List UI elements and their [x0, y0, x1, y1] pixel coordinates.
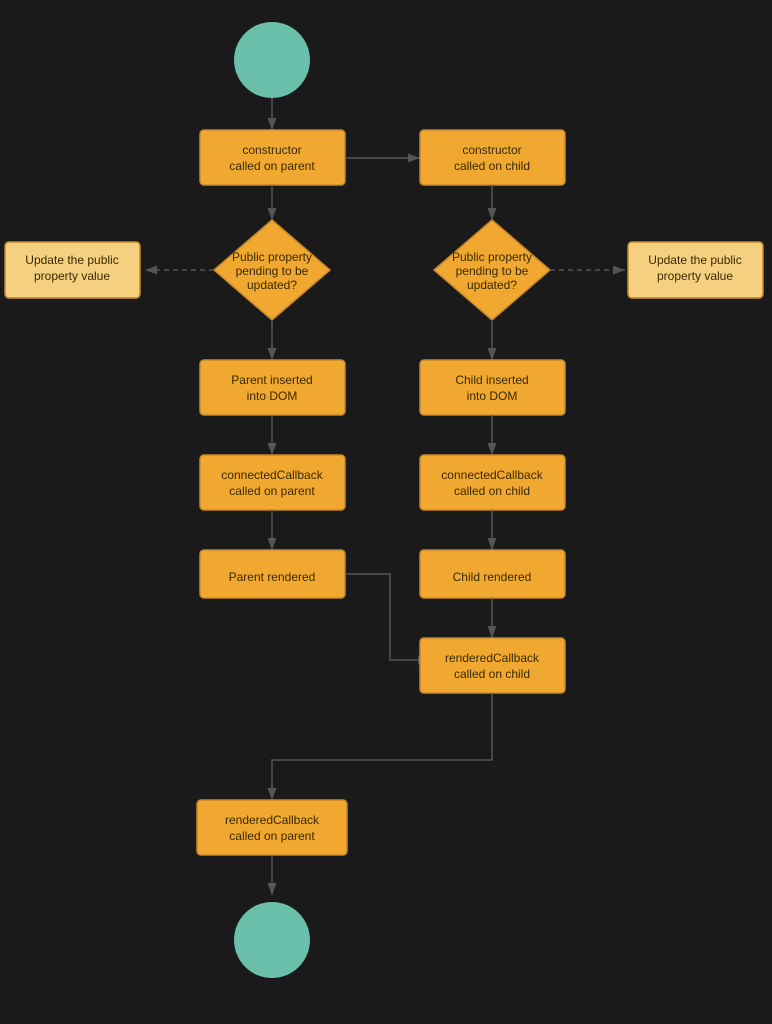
start-circle	[234, 22, 310, 98]
flowchart-diagram: constructor called on parent constructor…	[0, 0, 772, 1024]
connected-parent-text2: called on parent	[229, 484, 315, 498]
update-left-text1: Update the public	[25, 253, 118, 267]
connected-child-text1: connectedCallback	[441, 468, 543, 482]
child-inserted-text2: into DOM	[467, 389, 518, 403]
update-right-text1: Update the public	[648, 253, 741, 267]
end-circle	[234, 902, 310, 978]
rendered-child-box	[420, 638, 565, 693]
child-inserted-box	[420, 360, 565, 415]
diamond-child-text2: pending to be	[456, 264, 529, 278]
parent-inserted-box	[200, 360, 345, 415]
rendered-parent-box	[197, 800, 347, 855]
parent-rendered-text: Parent rendered	[229, 570, 316, 584]
constructor-child-text: constructor	[462, 143, 521, 157]
constructor-child-box	[420, 130, 565, 185]
child-inserted-text1: Child inserted	[455, 373, 528, 387]
child-rendered-text: Child rendered	[453, 570, 532, 584]
connected-parent-box	[200, 455, 345, 510]
diamond-child-text1: Public property	[452, 250, 532, 264]
arrow-rendered-child-to-merge	[272, 693, 492, 800]
diamond-parent-text1: Public property	[232, 250, 312, 264]
arrow-parent-rendered-to-join	[345, 574, 430, 660]
rendered-parent-text1: renderedCallback	[225, 813, 320, 827]
rendered-child-text1: renderedCallback	[445, 651, 540, 665]
constructor-child-text2: called on child	[454, 159, 530, 173]
constructor-parent-text2: called on parent	[229, 159, 315, 173]
constructor-parent-box	[200, 130, 345, 185]
parent-inserted-text1: Parent inserted	[231, 373, 312, 387]
update-left-text2: property value	[34, 269, 110, 283]
rendered-child-text2: called on child	[454, 667, 530, 681]
connected-parent-text1: connectedCallback	[221, 468, 323, 482]
diamond-child-text3: updated?	[467, 278, 517, 292]
parent-inserted-text2: into DOM	[247, 389, 298, 403]
constructor-parent-text: constructor	[242, 143, 301, 157]
update-right-text2: property value	[657, 269, 733, 283]
connected-child-text2: called on child	[454, 484, 530, 498]
rendered-parent-text2: called on parent	[229, 829, 315, 843]
diamond-parent-text2: pending to be	[236, 264, 309, 278]
diamond-parent-text3: updated?	[247, 278, 297, 292]
connected-child-box	[420, 455, 565, 510]
